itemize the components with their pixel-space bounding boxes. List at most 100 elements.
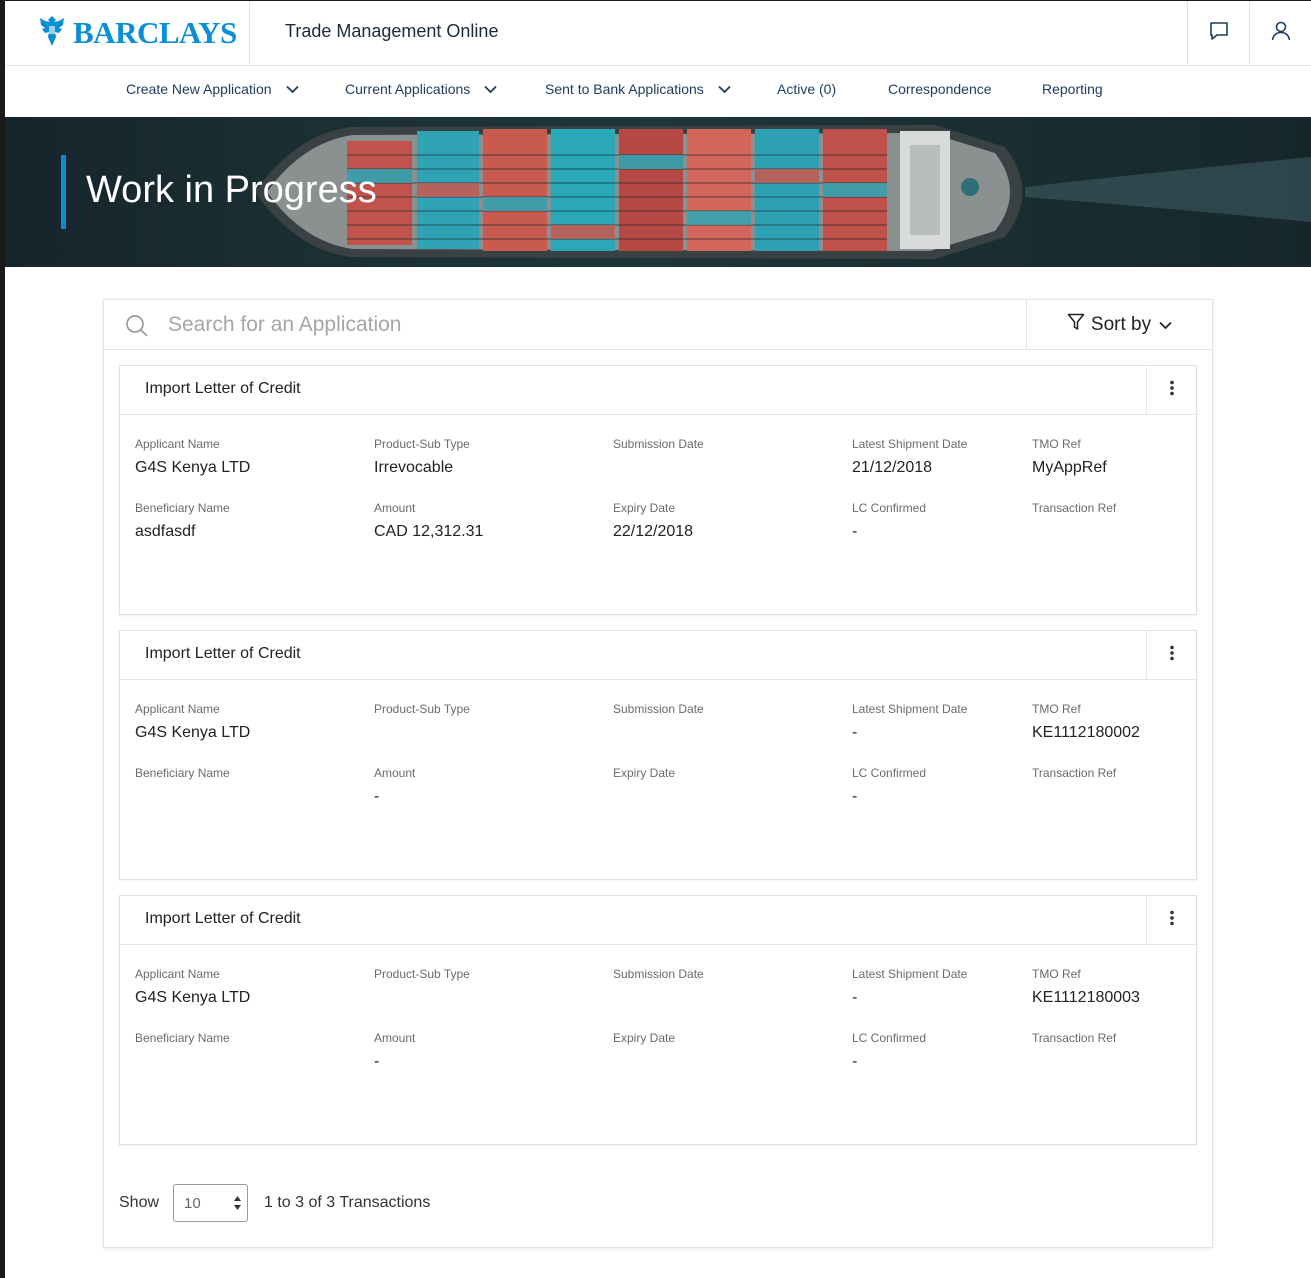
nav-sent-to-bank-applications[interactable]: Sent to Bank Applications (545, 81, 731, 97)
field-label: Transaction Ref (1032, 1031, 1117, 1045)
field-value: G4S Kenya LTD (135, 989, 251, 1006)
card-menu-button[interactable] (1146, 366, 1196, 414)
field-beneficiary-name: Beneficiary Name (135, 1031, 230, 1053)
more-vertical-icon (1169, 910, 1175, 931)
nav-reporting[interactable]: Reporting (1042, 81, 1103, 97)
field-value: CAD 12,312.31 (374, 523, 484, 540)
nav-active[interactable]: Active (0) (777, 81, 836, 97)
field-label: Transaction Ref (1032, 766, 1117, 780)
messages-button[interactable] (1187, 1, 1249, 65)
brand-name: BARCLAYS (73, 15, 237, 50)
app-title: Trade Management Online (285, 21, 499, 41)
card-menu-button[interactable] (1146, 631, 1196, 679)
card-menu-button[interactable] (1146, 896, 1196, 944)
main-nav: Create New Application Current Applicati… (5, 66, 1311, 117)
field-value: - (852, 1053, 858, 1070)
field-label: Latest Shipment Date (852, 967, 968, 981)
nav-label: Correspondence (888, 81, 992, 97)
field-label: Latest Shipment Date (852, 437, 968, 451)
field-transaction-ref: Transaction Ref (1032, 766, 1116, 788)
application-card[interactable]: Import Letter of Credit Applicant Name G… (119, 895, 1197, 1145)
application-card[interactable]: Import Letter of Credit Applicant Name G… (119, 630, 1197, 880)
sort-by-button[interactable]: Sort by (1026, 300, 1212, 349)
field-label: Product-Sub Type (374, 967, 470, 981)
field-expiry-date: Expiry Date (613, 1031, 675, 1053)
chat-icon (1207, 19, 1231, 48)
nav-current-applications[interactable]: Current Applications (345, 81, 497, 97)
eagle-icon (37, 14, 67, 53)
field-label: TMO Ref (1032, 702, 1081, 716)
field-submission-date: Submission Date (613, 967, 704, 989)
nav-label: Sent to Bank Applications (545, 81, 704, 97)
field-applicant-name: Applicant Name G4S Kenya LTD (135, 437, 250, 477)
applications-panel: Sort by Import Letter of Credit Applican… (103, 299, 1213, 1248)
card-title: Import Letter of Credit (145, 380, 301, 397)
field-label: Expiry Date (613, 501, 676, 515)
field-amount: Amount CAD 12,312.31 (374, 501, 483, 541)
field-value: - (852, 788, 858, 805)
field-value: asdfasdf (135, 523, 196, 540)
application-card[interactable]: Import Letter of Credit Applicant Name G… (119, 365, 1197, 615)
card-title: Import Letter of Credit (145, 645, 301, 662)
field-transaction-ref: Transaction Ref (1032, 501, 1116, 523)
field-tmo-ref: TMO Ref MyAppRef (1032, 437, 1107, 477)
field-label: Submission Date (613, 967, 704, 981)
header-divider (249, 1, 250, 65)
nav-label: Create New Application (126, 81, 272, 97)
search-bar: Sort by (104, 300, 1212, 350)
field-latest-shipment-date: Latest Shipment Date - (852, 967, 967, 1007)
hero-banner: Work in Progress (5, 117, 1311, 267)
chevron-down-icon (285, 81, 299, 97)
field-label: Applicant Name (135, 702, 220, 716)
field-label: Submission Date (613, 702, 704, 716)
field-label: Beneficiary Name (135, 1031, 230, 1045)
page-title: Work in Progress (86, 169, 377, 211)
pagination-summary: 1 to 3 of 3 Transactions (264, 1194, 431, 1211)
user-icon (1269, 19, 1293, 48)
field-value: G4S Kenya LTD (135, 724, 251, 741)
search-input[interactable] (168, 308, 1008, 342)
nav-create-new-application[interactable]: Create New Application (126, 81, 299, 97)
field-label: LC Confirmed (852, 1031, 927, 1045)
field-value: MyAppRef (1032, 459, 1107, 476)
field-value: 22/12/2018 (613, 523, 694, 540)
field-label: Amount (374, 1031, 416, 1045)
chevron-down-icon (1159, 314, 1172, 336)
field-label: Amount (374, 501, 416, 515)
field-amount: Amount - (374, 766, 415, 806)
field-transaction-ref: Transaction Ref (1032, 1031, 1116, 1053)
chevron-down-icon (718, 81, 731, 97)
field-beneficiary-name: Beneficiary Name asdfasdf (135, 501, 230, 541)
field-lc-confirmed: LC Confirmed - (852, 501, 926, 541)
field-label: Expiry Date (613, 766, 676, 780)
field-label: TMO Ref (1032, 967, 1081, 981)
search-icon (125, 314, 149, 343)
field-label: Product-Sub Type (374, 437, 470, 451)
field-label: LC Confirmed (852, 766, 927, 780)
more-vertical-icon (1169, 380, 1175, 401)
field-value: 21/12/2018 (852, 459, 933, 476)
card-header: Import Letter of Credit (120, 366, 1196, 415)
field-label: Latest Shipment Date (852, 702, 968, 716)
top-header: BARCLAYS Trade Management Online (5, 1, 1311, 66)
field-label: Transaction Ref (1032, 501, 1117, 515)
profile-button[interactable] (1249, 1, 1311, 65)
field-label: Expiry Date (613, 1031, 676, 1045)
field-value: - (852, 523, 858, 540)
select-arrows-icon (233, 1194, 242, 1216)
field-submission-date: Submission Date (613, 437, 704, 459)
barclays-logo[interactable]: BARCLAYS (37, 15, 237, 51)
more-vertical-icon (1169, 645, 1175, 666)
field-label: Amount (374, 766, 416, 780)
page-size-select[interactable]: 10 (173, 1184, 248, 1222)
field-value: G4S Kenya LTD (135, 459, 251, 476)
nav-correspondence[interactable]: Correspondence (888, 81, 992, 97)
field-latest-shipment-date: Latest Shipment Date - (852, 702, 967, 742)
field-lc-confirmed: LC Confirmed - (852, 1031, 926, 1071)
field-product-sub-type: Product-Sub Type (374, 702, 470, 724)
field-value: - (374, 788, 380, 805)
field-expiry-date: Expiry Date 22/12/2018 (613, 501, 693, 541)
field-value: - (852, 989, 858, 1006)
field-label: Beneficiary Name (135, 501, 230, 515)
nav-label: Reporting (1042, 81, 1103, 97)
